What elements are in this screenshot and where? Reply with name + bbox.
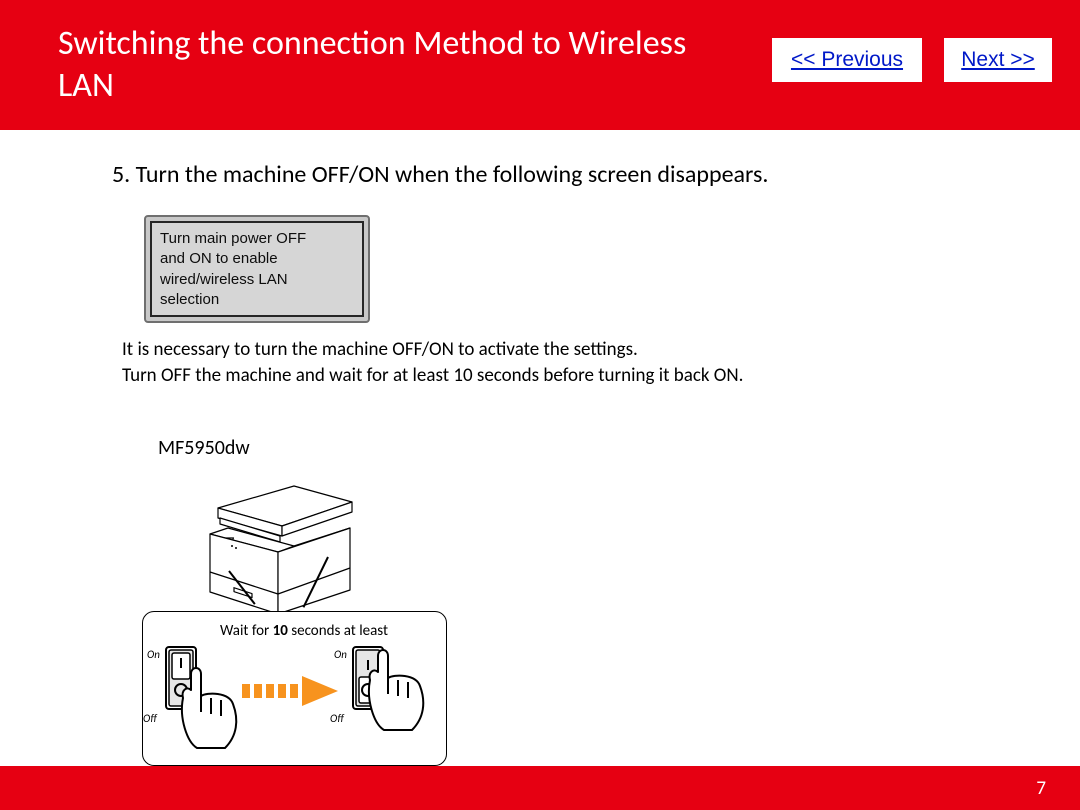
- page-number: 7: [1036, 777, 1046, 800]
- hand-press-icon: [177, 662, 249, 754]
- header-bar: Switching the connection Method to Wirel…: [0, 0, 1080, 130]
- on-label: On: [147, 648, 160, 661]
- wait-text-bold: 10: [273, 622, 288, 640]
- off-label: Off: [143, 712, 157, 725]
- model-label: MF5950dw: [158, 436, 1022, 460]
- nav-button-group: << Previous Next >>: [772, 38, 1052, 82]
- hand-press-icon: [364, 644, 436, 736]
- power-cycle-diagram: Wait for 10 seconds at least On Off: [142, 476, 462, 776]
- note-line-2: Turn OFF the machine and wait for at lea…: [122, 363, 1022, 389]
- instruction-note: It is necessary to turn the machine OFF/…: [122, 337, 1022, 388]
- printer-icon: [198, 476, 368, 626]
- transition-arrow-icon: [242, 674, 344, 706]
- on-label: On: [334, 648, 347, 661]
- previous-button[interactable]: << Previous: [772, 38, 922, 82]
- wait-text-post: seconds at least: [288, 622, 388, 640]
- content-area: 5. Turn the machine OFF/ON when the foll…: [0, 130, 1080, 776]
- wait-text-pre: Wait for: [220, 622, 273, 640]
- wait-caption: Wait for 10 seconds at least: [174, 622, 434, 640]
- lcd-screen-illustration: Turn main power OFF and ON to enable wir…: [144, 215, 370, 323]
- note-line-1: It is necessary to turn the machine OFF/…: [122, 337, 1022, 363]
- lcd-screen-text: Turn main power OFF and ON to enable wir…: [150, 221, 364, 317]
- page-title: Switching the connection Method to Wirel…: [58, 23, 698, 108]
- footer-bar: 7: [0, 766, 1080, 810]
- step-heading: 5. Turn the machine OFF/ON when the foll…: [112, 160, 1022, 189]
- off-label: Off: [330, 712, 344, 725]
- next-button[interactable]: Next >>: [944, 38, 1052, 82]
